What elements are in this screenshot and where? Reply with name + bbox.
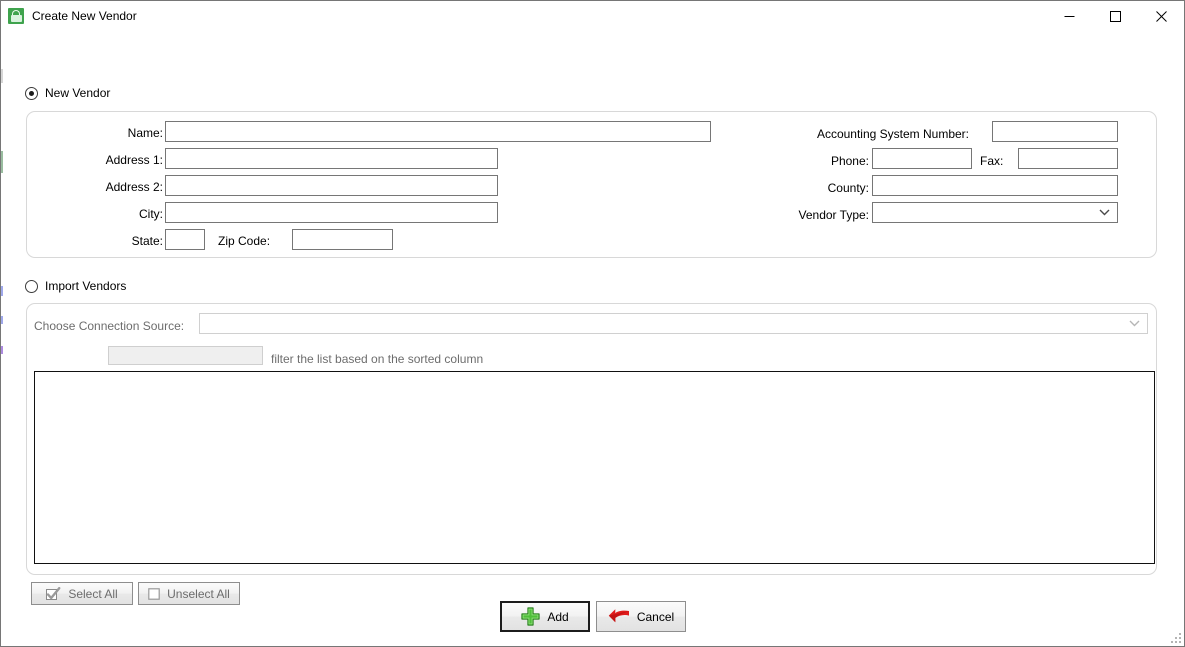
label-address2: Address 2:	[105, 180, 163, 194]
label-phone: Phone:	[830, 154, 869, 168]
label-vendor-type: Vendor Type:	[798, 208, 870, 222]
label-state: State:	[131, 234, 163, 248]
label-accounting-system-number: Accounting System Number:	[816, 127, 969, 141]
label-fax: Fax:	[980, 154, 1004, 168]
cancel-button[interactable]: Cancel	[596, 601, 686, 632]
background-window-artifact	[1, 316, 3, 324]
close-button[interactable]	[1138, 1, 1184, 31]
label-address1: Address 1:	[105, 153, 163, 167]
background-window-artifact	[1, 346, 3, 354]
input-state[interactable]	[165, 229, 205, 250]
minimize-button[interactable]	[1046, 1, 1092, 31]
input-name[interactable]	[165, 121, 711, 142]
unselect-all-button[interactable]: Unselect All	[138, 582, 240, 605]
select-all-button[interactable]: Select All	[31, 582, 133, 605]
chevron-down-icon	[1129, 320, 1140, 327]
check-mark-icon	[46, 586, 61, 601]
input-city[interactable]	[165, 202, 498, 223]
radio-import-vendors[interactable]: Import Vendors	[25, 279, 126, 293]
maximize-button[interactable]	[1092, 1, 1138, 31]
input-address1[interactable]	[165, 148, 498, 169]
green-plus-icon	[521, 607, 540, 626]
unselect-all-label: Unselect All	[167, 586, 230, 601]
input-phone[interactable]	[872, 148, 972, 169]
background-window-artifact	[1, 69, 3, 83]
label-name: Name:	[127, 126, 163, 140]
label-city: City:	[139, 207, 163, 221]
label-filter-hint: filter the list based on the sorted colu…	[271, 352, 484, 366]
cancel-label: Cancel	[636, 609, 675, 624]
create-new-vendor-window: Create New Vendor New Vendor Name: Addre…	[0, 0, 1185, 647]
input-zipcode[interactable]	[292, 229, 393, 250]
dialog-body: New Vendor Name: Address 1: Address 2: C…	[1, 31, 1184, 646]
window-title: Create New Vendor	[32, 9, 137, 23]
input-county[interactable]	[872, 175, 1118, 196]
window-controls	[1046, 1, 1184, 31]
vendor-app-icon	[8, 8, 24, 24]
radio-new-vendor[interactable]: New Vendor	[25, 86, 110, 100]
radio-new-vendor-label: New Vendor	[45, 86, 111, 100]
title-bar[interactable]: Create New Vendor	[1, 1, 1184, 31]
input-filter[interactable]	[108, 346, 263, 365]
background-window-artifact	[1, 151, 3, 173]
empty-box-icon	[148, 587, 160, 600]
label-choose-connection-source: Choose Connection Source:	[34, 319, 185, 333]
add-label: Add	[547, 609, 569, 624]
input-fax[interactable]	[1018, 148, 1118, 169]
radio-import-vendors-label: Import Vendors	[45, 279, 127, 293]
input-accounting-system-number[interactable]	[992, 121, 1118, 142]
radio-import-vendors-dot	[25, 279, 38, 293]
red-undo-arrow-icon	[608, 608, 630, 626]
select-connection-source[interactable]	[199, 313, 1148, 334]
vendor-list-box[interactable]	[34, 371, 1155, 564]
input-address2[interactable]	[165, 175, 498, 196]
select-vendor-type[interactable]	[872, 202, 1118, 223]
select-all-label: Select All	[68, 586, 118, 601]
add-button[interactable]: Add	[500, 601, 590, 632]
chevron-down-icon	[1099, 209, 1110, 216]
resize-grip[interactable]	[1169, 631, 1181, 643]
radio-new-vendor-dot	[25, 86, 38, 100]
label-county: County:	[827, 181, 869, 195]
background-window-artifact	[1, 286, 3, 296]
